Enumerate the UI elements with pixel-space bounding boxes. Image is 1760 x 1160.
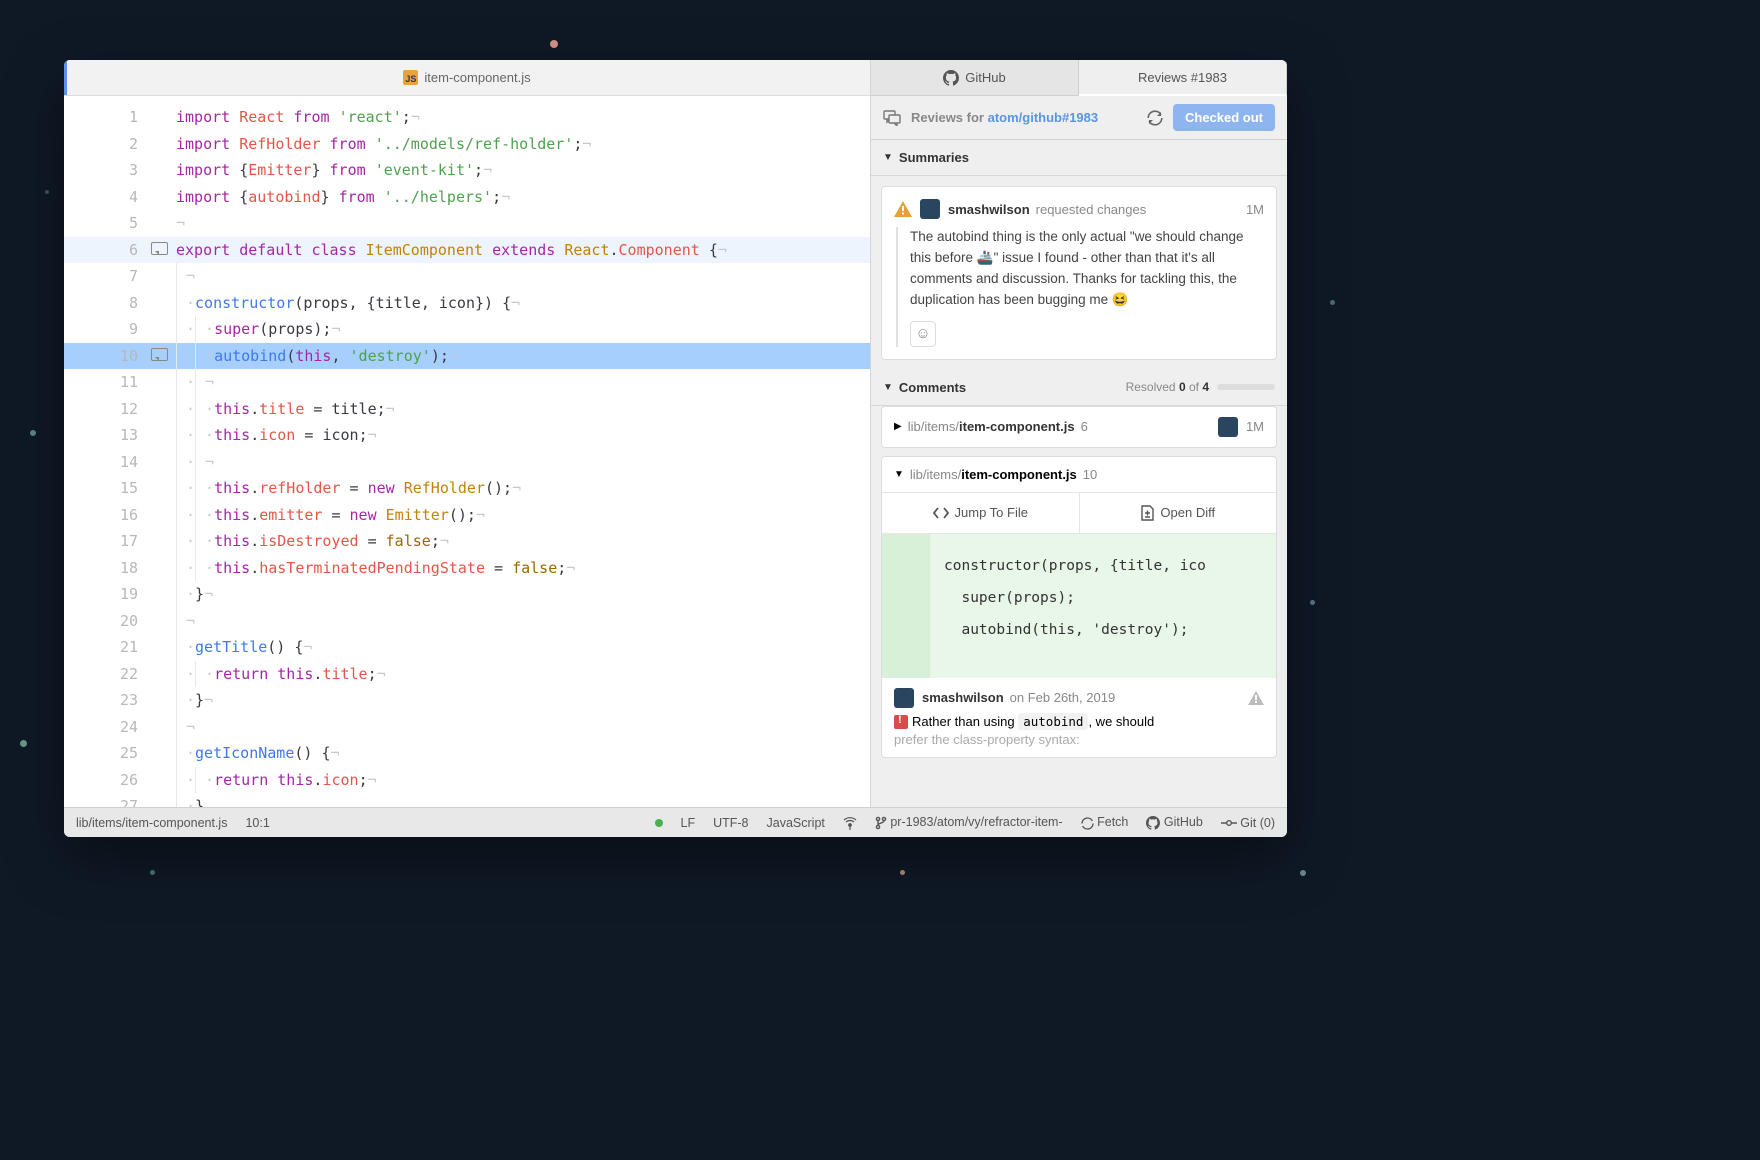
thread-age: 1M <box>1246 419 1264 434</box>
resolved-count: Resolved 0 of 4 <box>1126 380 1209 394</box>
resolved-progress <box>1217 384 1275 390</box>
side-tabs: GitHub Reviews #1983 <box>871 60 1287 96</box>
avatar <box>894 688 914 708</box>
git-commit-icon <box>1221 818 1237 828</box>
status-encoding[interactable]: UTF-8 <box>713 816 748 830</box>
editor-tab-title[interactable]: item-component.js <box>424 70 530 85</box>
open-diff-button[interactable]: Open Diff <box>1080 493 1277 533</box>
disclosure-icon: ▶ <box>894 421 902 432</box>
blocker-icon <box>894 715 908 729</box>
review-body: The autobind thing is the only actual "w… <box>896 227 1264 347</box>
review-age: 1M <box>1246 202 1264 217</box>
git-branch-icon <box>875 816 887 830</box>
status-branch[interactable]: pr-1983/atom/vy/refractor-item- <box>875 815 1063 830</box>
editor-pane: JS item-component.js 1 2 3 4 5 6 7 8 9 1… <box>64 60 871 807</box>
jump-to-file-button[interactable]: Jump To File <box>882 493 1080 533</box>
status-indicator-icon <box>655 819 663 827</box>
editor-tab-bar: JS item-component.js <box>64 60 870 96</box>
thread-header[interactable]: ▼ lib/items/item-component.js 10 <box>882 457 1276 493</box>
comments-section: ▼ Comments Resolved 0 of 4 ▶ lib/items/i… <box>871 370 1287 758</box>
comment-user[interactable]: smashwilson <box>922 690 1004 705</box>
avatar <box>1218 417 1238 437</box>
review-action: requested changes <box>1036 202 1147 217</box>
comment-thread-collapsed[interactable]: ▶ lib/items/item-component.js 6 1M <box>881 406 1277 448</box>
status-github[interactable]: GitHub <box>1146 815 1202 830</box>
editor-window: JS item-component.js 1 2 3 4 5 6 7 8 9 1… <box>64 60 1287 837</box>
pr-link[interactable]: atom/github#1983 <box>988 110 1099 125</box>
reviews-toolbar: Reviews for atom/github#1983 Checked out <box>871 96 1287 140</box>
add-reaction-button[interactable]: ☺ <box>910 321 936 347</box>
comments-header[interactable]: ▼ Comments Resolved 0 of 4 <box>871 370 1287 406</box>
status-cursor-pos[interactable]: 10:1 <box>245 816 269 830</box>
line-gutter: 1 2 3 4 5 6 7 8 9 10 11 12 13 14 15 16 1… <box>64 96 176 807</box>
summaries-section: ▼ Summaries smashwilson requested change… <box>871 140 1287 370</box>
avatar <box>920 199 940 219</box>
tab-reviews[interactable]: Reviews #1983 <box>1079 60 1287 96</box>
comment-thread-expanded: ▼ lib/items/item-component.js 10 Jump To… <box>881 456 1277 758</box>
reviews-pane: GitHub Reviews #1983 Reviews for atom/gi… <box>871 60 1287 807</box>
diff-icon <box>1140 505 1154 521</box>
review-user[interactable]: smashwilson <box>948 202 1030 217</box>
diff-preview: constructor(props, {title, ico super(pro… <box>882 534 1276 678</box>
warning-icon <box>1248 691 1264 705</box>
comment-entry: smashwilson on Feb 26th, 2019 Rather tha… <box>882 678 1276 757</box>
sync-icon[interactable] <box>1147 110 1163 126</box>
comment-body: Rather than using autobind, we should pr… <box>894 714 1264 747</box>
tab-active-indicator <box>64 60 67 95</box>
js-file-icon: JS <box>403 70 418 85</box>
code-area[interactable]: 1 2 3 4 5 6 7 8 9 10 11 12 13 14 15 16 1… <box>64 96 870 807</box>
status-path[interactable]: lib/items/item-component.js <box>76 816 227 830</box>
warning-icon <box>894 201 912 217</box>
code-icon <box>933 507 949 519</box>
review-summary-card: smashwilson requested changes 1M The aut… <box>881 186 1277 360</box>
telemetry-icon[interactable] <box>843 816 857 830</box>
tab-github[interactable]: GitHub <box>871 60 1079 95</box>
summaries-header[interactable]: ▼ Summaries <box>871 140 1287 176</box>
status-fetch[interactable]: Fetch <box>1081 815 1129 829</box>
sync-icon <box>1081 817 1094 830</box>
github-icon <box>943 70 959 86</box>
disclosure-icon: ▼ <box>883 382 893 393</box>
status-bar: lib/items/item-component.js 10:1 LF UTF-… <box>64 807 1287 837</box>
status-language[interactable]: JavaScript <box>767 816 825 830</box>
comment-gutter-icon[interactable] <box>151 348 168 361</box>
comment-date: on Feb 26th, 2019 <box>1010 690 1116 705</box>
checked-out-button[interactable]: Checked out <box>1173 104 1275 131</box>
code-lines[interactable]: import React from 'react';¬ import RefHo… <box>176 96 870 807</box>
thread-actions: Jump To File Open Diff <box>882 493 1276 534</box>
github-icon <box>1146 816 1160 830</box>
status-line-ending[interactable]: LF <box>681 816 696 830</box>
reviews-for-text: Reviews for atom/github#1983 <box>911 110 1098 125</box>
conversation-icon <box>883 110 901 126</box>
comment-gutter-icon[interactable] <box>151 242 168 255</box>
status-git[interactable]: Git (0) <box>1221 816 1275 830</box>
disclosure-icon: ▼ <box>894 469 904 480</box>
disclosure-icon: ▼ <box>883 152 893 163</box>
